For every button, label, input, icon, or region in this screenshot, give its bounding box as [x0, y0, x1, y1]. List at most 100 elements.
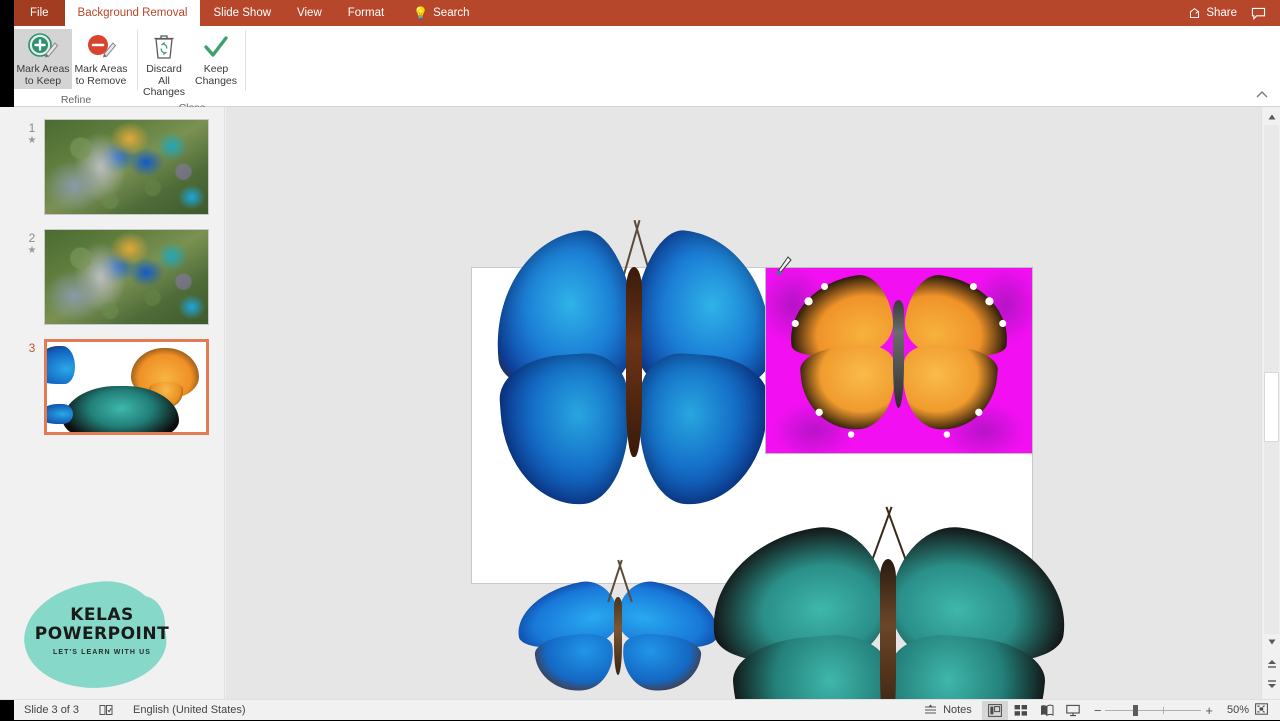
zoom-out-button[interactable]: −	[1094, 703, 1102, 718]
thumbnail-meta-3: 3	[20, 339, 44, 435]
triangle-down-icon	[1268, 639, 1275, 644]
scroll-down-button[interactable]	[1264, 634, 1279, 649]
share-icon	[1190, 7, 1200, 18]
tab-search-label: Search	[433, 7, 470, 19]
scrollbar-track-lower[interactable]	[1264, 442, 1279, 647]
wing-lower-right	[632, 350, 772, 510]
body	[880, 559, 896, 699]
thumbnail-image-1[interactable]	[44, 119, 209, 215]
thumbnail-slide-2[interactable]: 2 ★	[20, 229, 209, 325]
accessibility-check-button[interactable]	[89, 700, 123, 721]
zoom-in-button[interactable]: +	[1205, 703, 1213, 718]
language-label: English (United States)	[133, 704, 246, 716]
ribbon-groups: Mark Areas to Keep Mark Areas to Remove …	[14, 26, 246, 114]
collapse-ribbon-button[interactable]	[1256, 90, 1268, 102]
vertical-scrollbar[interactable]	[1261, 107, 1280, 699]
notes-button[interactable]: Notes	[914, 700, 982, 721]
thumbnail-meta-2: 2 ★	[20, 229, 44, 325]
mark-areas-to-remove-button[interactable]: Mark Areas to Remove	[72, 29, 130, 89]
garden-photo-graphic	[45, 120, 208, 214]
scroll-up-button[interactable]	[1264, 109, 1279, 124]
garden-photo-graphic	[45, 230, 208, 324]
blue-morpho-butterfly-image[interactable]	[484, 219, 784, 527]
prev-slide-icon	[1267, 659, 1276, 668]
tab-file[interactable]: File	[14, 0, 65, 26]
share-button[interactable]: Share	[1188, 7, 1237, 20]
slide-sorter-icon	[1014, 704, 1027, 716]
slide-thumbnail-panel[interactable]: 1 ★ 2 ★ 3	[14, 107, 225, 699]
view-normal[interactable]	[981, 700, 1008, 720]
swallowtail-butterfly-image[interactable]	[701, 506, 1077, 699]
view-reading[interactable]	[1034, 701, 1060, 720]
thumbnail-image-2[interactable]	[44, 229, 209, 325]
wing-lower-left	[496, 350, 636, 510]
thumbnail-meta-1: 1 ★	[20, 119, 44, 215]
previous-slide-button[interactable]	[1264, 656, 1279, 671]
zoom-slider-control[interactable]: − +	[1086, 703, 1221, 718]
comment-icon[interactable]	[1251, 7, 1266, 20]
chevron-up-icon	[1256, 91, 1268, 98]
monarch-butterfly-image-selected[interactable]	[765, 267, 1033, 454]
tab-background-removal[interactable]: Background Removal	[64, 0, 201, 26]
tab-search[interactable]: 💡 Search	[397, 0, 482, 26]
body	[626, 267, 642, 457]
thumbnail-slide-3[interactable]: 3	[20, 339, 209, 435]
zoom-slider-track[interactable]	[1105, 704, 1202, 716]
ribbon-tab-bar: File Background Removal Slide Show View …	[0, 0, 1280, 26]
reading-view-icon	[1040, 704, 1054, 716]
next-slide-button[interactable]	[1264, 676, 1279, 691]
scrollbar-thumb[interactable]	[1264, 372, 1279, 442]
tab-format[interactable]: Format	[335, 0, 397, 26]
pen-marker-cursor	[775, 256, 793, 276]
view-slide-show[interactable]	[1060, 701, 1086, 720]
language-indicator[interactable]: English (United States)	[123, 700, 256, 721]
discard-all-changes-button[interactable]: Discard All Changes	[138, 29, 190, 101]
minus-pencil-icon	[84, 32, 118, 62]
body	[614, 597, 622, 675]
status-bar: Slide 3 of 3 English (United States) Not…	[0, 699, 1280, 721]
ribbon-group-close: Discard All Changes Keep Changes	[138, 26, 246, 114]
trash-icon	[151, 32, 177, 62]
animation-star-icon: ★	[27, 135, 37, 146]
animation-star-icon: ★	[27, 245, 37, 256]
keep-changes-label: Keep Changes	[194, 63, 238, 87]
mark-areas-to-keep-label: Mark Areas to Keep	[16, 63, 70, 87]
blue-butterfly-small-image[interactable]	[511, 559, 725, 699]
slide-show-icon	[1066, 704, 1080, 716]
statusbar-left-edge	[0, 699, 14, 721]
ribbon-group-refine: Mark Areas to Keep Mark Areas to Remove …	[14, 26, 138, 107]
powerpoint-window: File Background Removal Slide Show View …	[0, 0, 1280, 721]
next-slide-icon	[1267, 679, 1276, 688]
tab-view[interactable]: View	[284, 0, 335, 26]
notes-label: Notes	[943, 704, 972, 716]
window-left-edge	[0, 0, 14, 26]
zoom-slider-handle[interactable]	[1133, 704, 1139, 716]
discard-all-changes-label: Discard All Changes	[142, 63, 186, 98]
view-slide-sorter[interactable]	[1008, 701, 1034, 720]
plus-pencil-icon	[26, 32, 60, 62]
butterflies-thumbnail-graphic	[47, 342, 206, 432]
wing-spots	[766, 268, 1032, 453]
slide-canvas-area[interactable]	[226, 107, 1261, 699]
slide-indicator-label: Slide 3 of 3	[24, 704, 80, 716]
fit-to-window-button[interactable]	[1255, 702, 1280, 718]
notes-icon	[925, 704, 937, 714]
tab-slide-show[interactable]: Slide Show	[200, 0, 284, 26]
thumbnail-image-3[interactable]	[44, 339, 209, 435]
slide-indicator[interactable]: Slide 3 of 3	[14, 700, 89, 721]
thumbnail-number-1: 1	[28, 121, 36, 135]
scrollbar-track-upper[interactable]	[1264, 125, 1279, 372]
titlebar-actions: Share	[1188, 0, 1280, 26]
keep-changes-button[interactable]: Keep Changes	[190, 29, 242, 89]
normal-view-icon	[987, 703, 1002, 717]
zoom-percent-label[interactable]: 50%	[1221, 704, 1255, 716]
mark-areas-to-keep-button[interactable]: Mark Areas to Keep	[14, 29, 72, 89]
ribbon-group-refine-label: Refine	[60, 94, 92, 106]
checkmark-icon	[202, 32, 230, 62]
mark-areas-to-remove-label: Mark Areas to Remove	[74, 63, 128, 87]
lightbulb-icon: 💡	[413, 6, 429, 20]
accessibility-check-icon	[99, 705, 113, 715]
thumbnail-slide-1[interactable]: 1 ★	[20, 119, 209, 215]
ribbon-left-edge	[0, 26, 14, 107]
statusbar-right: Notes − + 50%	[914, 700, 1280, 721]
